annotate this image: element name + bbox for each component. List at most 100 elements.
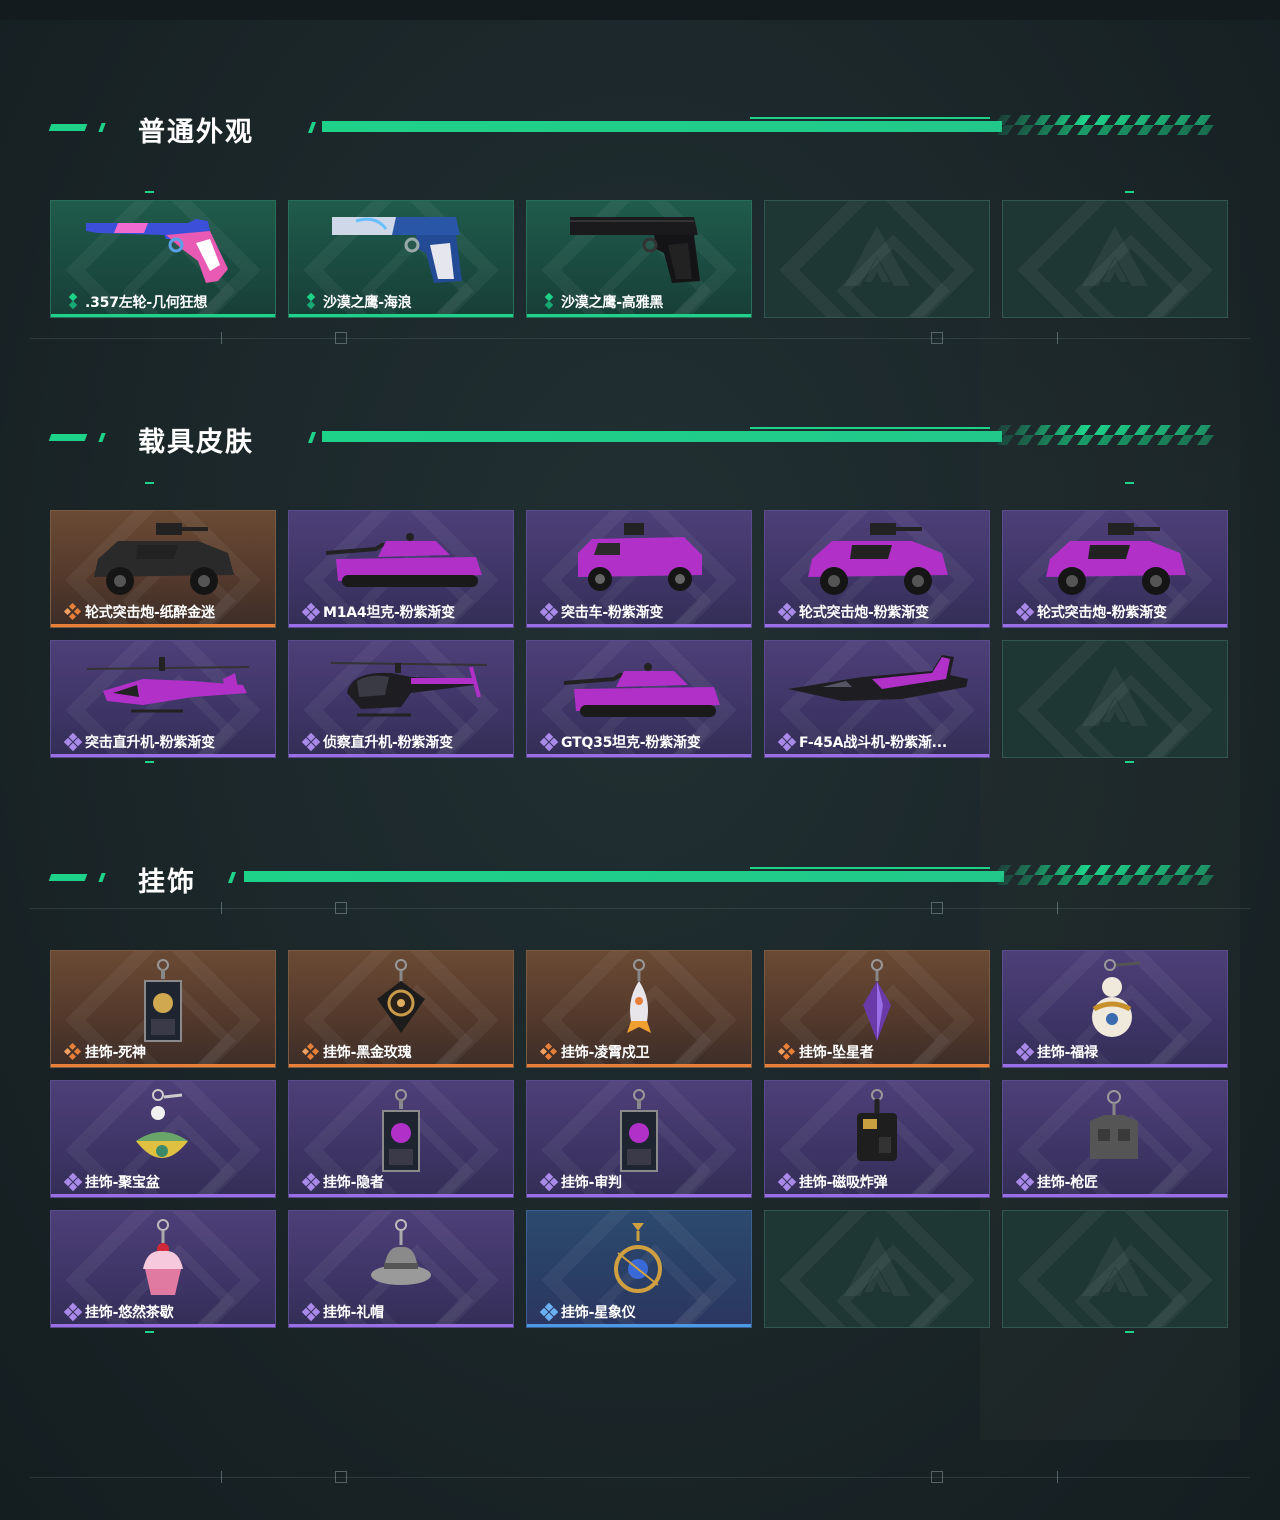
item-label-row: 挂饰-审判	[539, 1172, 622, 1192]
empty-slot-logo-icon	[1080, 222, 1150, 296]
armored-vehicle-icon	[78, 519, 248, 605]
item-card[interactable]: 轮式突击炮-粉紫渐变	[764, 510, 990, 628]
rarity-underline	[527, 1324, 751, 1327]
charm-rocket-icon	[609, 959, 669, 1053]
item-label: 挂饰-枪匠	[1037, 1175, 1098, 1191]
rarity-underline	[527, 1064, 751, 1067]
charm-crystal-icon	[847, 959, 907, 1053]
rarity-underline	[527, 314, 751, 317]
item-card[interactable]: 挂饰-福禄	[1002, 950, 1228, 1068]
item-label: GTQ35坦克-粉紫渐变	[561, 735, 701, 751]
rarity-underline	[1003, 1194, 1227, 1197]
item-label-row: 沙漠之鹰-高雅黑	[541, 292, 663, 312]
item-card[interactable]: 沙漠之鹰-高雅黑	[526, 200, 752, 318]
header-accent-slash	[307, 432, 317, 443]
empty-slot	[1002, 200, 1228, 318]
rarity-diamond-icon	[1015, 1042, 1035, 1062]
header-checker-pattern	[986, 115, 1222, 135]
rarity-underline	[289, 1324, 513, 1327]
item-label-row: 挂饰-星象仪	[539, 1302, 636, 1322]
item-label: 挂饰-星象仪	[561, 1305, 636, 1321]
revolver-icon	[78, 209, 248, 293]
rarity-diamond-icon	[539, 1172, 559, 1192]
item-card[interactable]: 突击车-粉紫渐变	[526, 510, 752, 628]
item-label: 挂饰-审判	[561, 1175, 622, 1191]
empty-slot-logo-icon	[842, 1232, 912, 1306]
item-label-row: 挂饰-悠然茶歇	[63, 1302, 174, 1322]
charm-gourd-icon	[1080, 959, 1150, 1053]
top-strip	[0, 0, 1280, 20]
item-label-row: 突击车-粉紫渐变	[539, 602, 663, 622]
rarity-diamond-icon	[1015, 602, 1035, 622]
rarity-diamond-icon	[63, 1172, 83, 1192]
item-label-row: 轮式突击炮-纸醉金迷	[63, 602, 215, 622]
item-label: 挂饰-凌霄戍卫	[561, 1045, 650, 1061]
item-label: 挂饰-死神	[85, 1045, 146, 1061]
item-card[interactable]: 轮式突击炮-纸醉金迷	[50, 510, 276, 628]
item-card[interactable]: F-45A战斗机-粉紫渐...	[764, 640, 990, 758]
item-card[interactable]: 挂饰-坠星者	[764, 950, 990, 1068]
item-card[interactable]: 沙漠之鹰-海浪	[288, 200, 514, 318]
empty-slot	[764, 200, 990, 318]
item-label: 挂饰-福禄	[1037, 1045, 1098, 1061]
header-checker-pattern	[986, 425, 1222, 445]
section-title: 挂饰	[138, 867, 196, 898]
item-card[interactable]: 挂饰-审判	[526, 1080, 752, 1198]
item-card[interactable]: 挂饰-枪匠	[1002, 1080, 1228, 1198]
charm-card-icon	[133, 959, 193, 1053]
rarity-diamond-icon	[63, 1302, 83, 1322]
item-card[interactable]: M1A4坦克-粉紫渐变	[288, 510, 514, 628]
charm-vest-icon	[1080, 1089, 1150, 1183]
rarity-underline	[51, 1064, 275, 1067]
item-card[interactable]: 挂饰-黑金玫瑰	[288, 950, 514, 1068]
empty-slot-logo-icon	[1080, 662, 1150, 736]
rarity-diamond-icon	[301, 1172, 321, 1192]
item-label: 挂饰-黑金玫瑰	[323, 1045, 412, 1061]
item-card[interactable]: 挂饰-隐者	[288, 1080, 514, 1198]
item-card[interactable]: 挂饰-磁吸炸弹	[764, 1080, 990, 1198]
item-label-row: M1A4坦克-粉紫渐变	[301, 602, 455, 622]
item-card[interactable]: 挂饰-星象仪	[526, 1210, 752, 1328]
charm-bomb-icon	[847, 1089, 907, 1183]
item-card[interactable]: 挂饰-凌霄戍卫	[526, 950, 752, 1068]
scout-helicopter-icon	[311, 649, 491, 733]
item-card[interactable]: .357左轮-几何狂想	[50, 200, 276, 318]
rarity-underline	[51, 624, 275, 627]
item-card[interactable]: 挂饰-死神	[50, 950, 276, 1068]
item-card[interactable]: GTQ35坦克-粉紫渐变	[526, 640, 752, 758]
header-accent-tick	[98, 433, 106, 442]
header-accent-tick	[98, 123, 106, 132]
item-label-row: 轮式突击炮-粉紫渐变	[1015, 602, 1167, 622]
header-line	[244, 871, 1004, 882]
item-card[interactable]: 挂饰-悠然茶歇	[50, 1210, 276, 1328]
charm-card-icon	[371, 1089, 431, 1183]
armored-vehicle-icon	[1030, 519, 1200, 605]
item-card[interactable]: 侦察直升机-粉紫渐变	[288, 640, 514, 758]
assault-car-icon	[564, 519, 714, 605]
header-accent-bar	[48, 124, 88, 131]
item-label: 挂饰-坠星者	[799, 1045, 874, 1061]
item-card[interactable]: 轮式突击炮-粉紫渐变	[1002, 510, 1228, 628]
item-label: 突击直升机-粉紫渐变	[85, 735, 215, 751]
item-card[interactable]: 突击直升机-粉紫渐变	[50, 640, 276, 758]
rarity-diamond-icon	[539, 1042, 558, 1061]
section-header-charms: 挂饰	[48, 858, 1222, 898]
rarity-diamond-icon	[65, 292, 81, 310]
rarity-diamond-icon	[541, 292, 557, 310]
item-label: 挂饰-礼帽	[323, 1305, 384, 1321]
item-label-row: 挂饰-礼帽	[301, 1302, 384, 1322]
item-label: 轮式突击炮-粉紫渐变	[799, 605, 929, 621]
item-label-row: 挂饰-隐者	[301, 1172, 384, 1192]
armored-vehicle-icon	[792, 519, 962, 605]
tank-icon	[316, 519, 486, 605]
pistol-icon	[564, 209, 714, 293]
item-card[interactable]: 挂饰-礼帽	[288, 1210, 514, 1328]
item-card[interactable]: 挂饰-聚宝盆	[50, 1080, 276, 1198]
rarity-diamond-icon	[63, 1042, 82, 1061]
rarity-underline	[765, 754, 989, 757]
rarity-underline	[289, 314, 513, 317]
rarity-diamond-icon	[301, 602, 321, 622]
item-label-row: 轮式突击炮-粉紫渐变	[777, 602, 929, 622]
rarity-underline	[51, 754, 275, 757]
header-checker-pattern	[986, 865, 1222, 885]
